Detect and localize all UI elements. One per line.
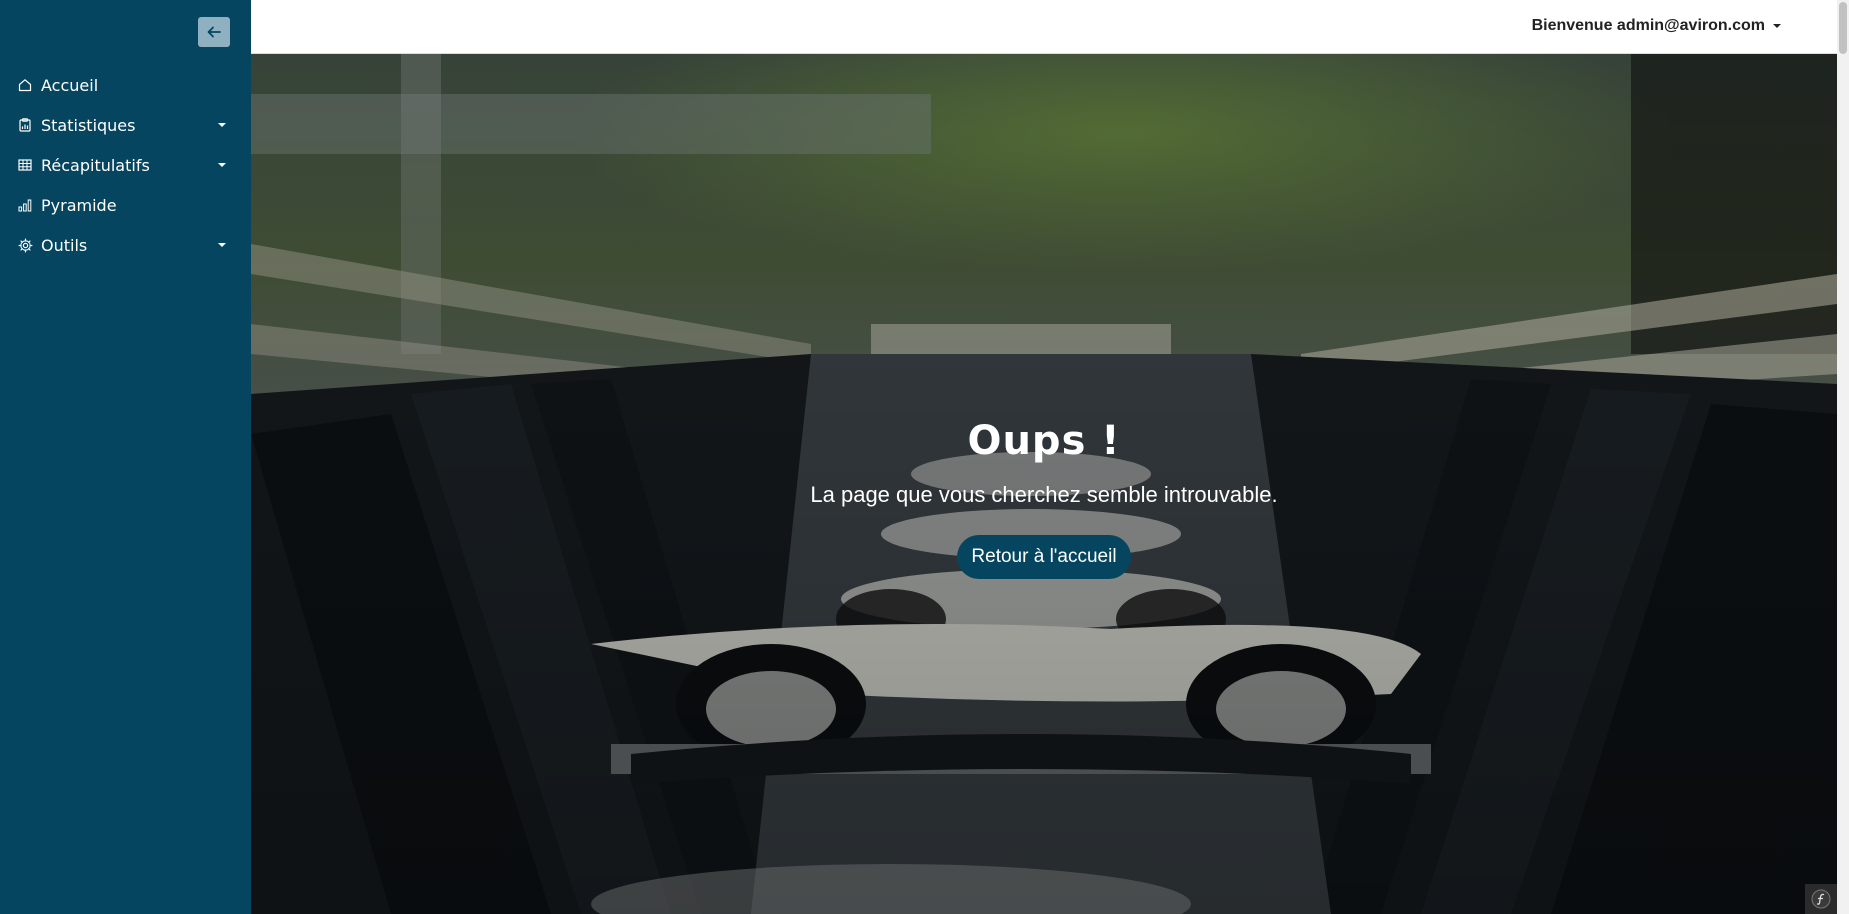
clipboard-chart-icon	[17, 117, 33, 133]
sidebar-item-accueil[interactable]: Accueil	[0, 65, 251, 105]
sidebar-collapse-button[interactable]	[198, 17, 230, 47]
user-menu-dropdown[interactable]: Bienvenue admin@aviron.com	[1532, 17, 1781, 35]
top-navbar: Bienvenue admin@aviron.com	[251, 0, 1849, 54]
gear-icon	[17, 237, 33, 253]
sidebar-item-statistiques[interactable]: Statistiques	[0, 105, 251, 145]
chevron-down-icon	[218, 123, 226, 127]
back-to-home-button[interactable]: Retour à l'accueil	[957, 535, 1131, 579]
sidebar-item-recapitulatifs[interactable]: Récapitulatifs	[0, 145, 251, 185]
sidebar-item-outils[interactable]: Outils	[0, 225, 251, 265]
sidebar-item-label: Accueil	[41, 75, 99, 95]
sidebar: Accueil Statistiques Récapitulatifs Pyra…	[0, 0, 251, 914]
sidebar-item-label: Récapitulatifs	[41, 155, 150, 175]
sidebar-item-label: Outils	[41, 235, 88, 255]
sidebar-item-label: Pyramide	[41, 195, 117, 215]
error-hero: Oups ! La page que vous cherchez semble …	[251, 54, 1837, 914]
chevron-down-icon	[1773, 24, 1781, 28]
chevron-down-icon	[218, 163, 226, 167]
chevron-down-icon	[218, 243, 226, 247]
bar-chart-icon	[17, 197, 33, 213]
sidebar-item-pyramide[interactable]: Pyramide	[0, 185, 251, 225]
symfony-toolbar-icon[interactable]	[1805, 884, 1837, 914]
sidebar-nav: Accueil Statistiques Récapitulatifs Pyra…	[0, 65, 251, 265]
arrow-left-icon	[207, 26, 221, 38]
error-subtitle: La page que vous cherchez semble introuv…	[810, 482, 1278, 507]
home-icon	[17, 77, 33, 93]
error-message-container: Oups ! La page que vous cherchez semble …	[251, 54, 1837, 914]
sidebar-item-label: Statistiques	[41, 115, 136, 135]
error-title: Oups !	[967, 418, 1121, 464]
page-scrollbar[interactable]	[1837, 0, 1849, 914]
user-greeting: Bienvenue admin@aviron.com	[1531, 17, 1765, 34]
table-icon	[17, 157, 33, 173]
scrollbar-thumb[interactable]	[1839, 2, 1847, 54]
